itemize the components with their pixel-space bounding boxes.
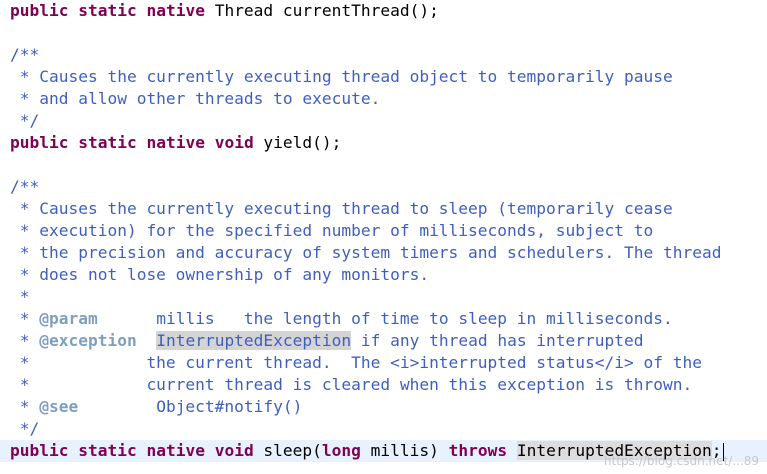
javadoc-close[interactable]: */	[10, 418, 40, 440]
javadoc-open[interactable]: /**	[10, 176, 39, 198]
keyword: long	[321, 441, 361, 460]
javadoc-text: if any thread has interrupted	[351, 331, 644, 350]
code-text: millis)	[360, 441, 449, 460]
keyword: void	[214, 133, 254, 152]
javadoc-tag: @see	[39, 397, 79, 416]
highlighted-occurrence[interactable]: InterruptedException	[156, 331, 352, 350]
javadoc-exception-line[interactable]: * @exception InterruptedException if any…	[10, 330, 644, 352]
javadoc-tag: @exception	[39, 331, 137, 350]
keyword: native	[146, 1, 205, 20]
javadoc-line[interactable]: * does not lose ownership of any monitor…	[10, 264, 429, 286]
code-text: yield();	[253, 133, 342, 152]
keyword: native	[146, 441, 205, 460]
javadoc-line[interactable]: *	[10, 286, 30, 308]
javadoc-star: *	[10, 397, 30, 416]
javadoc-line[interactable]: * current thread is cleared when this ex…	[10, 374, 692, 396]
javadoc-line[interactable]: * and allow other threads to execute.	[10, 88, 381, 110]
keyword: static	[78, 1, 137, 20]
keyword: native	[146, 133, 205, 152]
keyword: static	[78, 133, 137, 152]
watermark: https://blog.csdn.net/...89	[603, 454, 759, 468]
keyword: public	[10, 1, 69, 20]
keyword: throws	[448, 441, 508, 460]
javadoc-line[interactable]: * Causes the currently executing thread …	[10, 198, 673, 220]
code-line-currentthread[interactable]: public static native Thread currentThrea…	[10, 0, 439, 22]
javadoc-open[interactable]: /**	[10, 44, 39, 66]
code-line-yield[interactable]: public static native void yield();	[10, 132, 341, 154]
keyword: public	[10, 133, 69, 152]
keyword: static	[78, 441, 137, 460]
javadoc-text: Object#notify()	[78, 397, 303, 416]
javadoc-line[interactable]: * Causes the currently executing thread …	[10, 66, 673, 88]
code-text: sleep(	[253, 441, 322, 460]
code-editor[interactable]: public static native Thread currentThrea…	[0, 0, 767, 474]
javadoc-close[interactable]: */	[10, 110, 40, 132]
keyword: public	[10, 441, 69, 460]
javadoc-line[interactable]: * the current thread. The <i>interrupted…	[10, 352, 702, 374]
javadoc-text: millis the length of time to sleep in mi…	[97, 309, 673, 328]
keyword: void	[214, 441, 254, 460]
javadoc-star: *	[10, 309, 30, 328]
javadoc-see-line[interactable]: * @see Object#notify()	[10, 396, 303, 418]
javadoc-tag: @param	[39, 309, 98, 328]
javadoc-param-line[interactable]: * @param millis the length of time to sl…	[10, 308, 673, 330]
javadoc-line[interactable]: * the precision and accuracy of system t…	[10, 242, 722, 264]
javadoc-star: *	[10, 331, 30, 350]
code-text: Thread currentThread();	[204, 1, 439, 20]
javadoc-line[interactable]: * execution) for the specified number of…	[10, 220, 653, 242]
